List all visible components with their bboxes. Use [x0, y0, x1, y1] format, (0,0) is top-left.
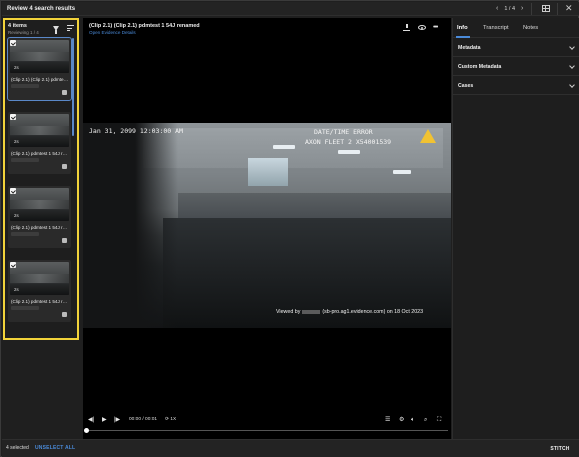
time-separator: /	[142, 417, 144, 422]
list-scrollbar[interactable]	[72, 38, 74, 136]
item-meta-redacted	[11, 306, 39, 310]
section-custom-metadata[interactable]: Custom Metadata	[453, 57, 579, 76]
overlay-timestamp: Jan 31, 2099 12:03:00 AM	[89, 127, 183, 135]
sort-icon[interactable]	[67, 25, 74, 31]
time-total: 00:01	[145, 417, 158, 422]
item-meta-redacted	[11, 84, 39, 88]
evidence-icon	[62, 90, 67, 95]
divider	[531, 3, 532, 15]
section-metadata[interactable]: Metadata	[453, 38, 579, 57]
section-label: Metadata	[458, 45, 481, 51]
divider	[557, 3, 558, 15]
item-name: (Clip 2.1) pdmtest 1 54J renamed	[11, 151, 69, 156]
layout-icon[interactable]	[542, 5, 550, 12]
speed-control[interactable]: ⟳ 1X	[165, 417, 176, 422]
chevron-right-icon[interactable]: ›	[521, 4, 523, 14]
video-title: (Clip 2.1) (Clip 2.1) pdmtest 1 54J rena…	[89, 23, 200, 29]
item-duration: 2s	[14, 287, 19, 292]
bottom-bar: 4 selected UNSELECT ALL STITCH	[2, 439, 579, 457]
adjust-icon[interactable]: ☰	[385, 416, 390, 424]
list-item[interactable]: 2s (Clip 2.1) pdmtest 1 54J renamed	[8, 112, 71, 174]
reviewing-status: Reviewing 1 / 4	[8, 30, 39, 35]
item-name: (Clip 2.1) pdmtest 1 54J renamed	[11, 225, 69, 230]
download-icon[interactable]	[403, 24, 410, 31]
list-item[interactable]: 2s (Clip 2.1) pdmtest 1 54J renamed	[8, 186, 71, 248]
progress-bar[interactable]	[86, 430, 448, 431]
top-bar: Review 4 search results ‹ 1 / 4 › ✕	[2, 2, 579, 16]
item-checkbox[interactable]	[10, 114, 16, 120]
skip-forward-icon[interactable]: |▶	[114, 416, 120, 424]
close-icon[interactable]: ✕	[565, 3, 573, 14]
chevron-down-icon	[569, 82, 575, 88]
watermark-prefix: Viewed by	[276, 309, 301, 315]
item-meta-redacted	[11, 158, 39, 162]
watermark: Viewed by (sb-pro.ag1.evidence.com) on 18…	[276, 309, 423, 315]
item-name: (Clip 2.1) pdmtest 1 54J renamed	[11, 299, 69, 304]
tab-transcript[interactable]: Transcript	[483, 25, 509, 31]
unselect-all-button[interactable]: UNSELECT ALL	[35, 445, 75, 451]
volume-icon[interactable]: 🔈︎	[411, 416, 415, 424]
skip-back-icon[interactable]: ◀|	[88, 416, 94, 424]
results-list-panel: 4 items Reviewing 1 / 4 2s (Clip 2.1) (C…	[3, 18, 79, 340]
fullscreen-icon[interactable]: ⛶	[437, 416, 441, 424]
time-display: 00:00 / 00:01	[129, 417, 157, 422]
more-icon[interactable]: •••	[433, 24, 438, 31]
pager: ‹ 1 / 4 ›	[496, 4, 523, 14]
item-checkbox[interactable]	[10, 40, 16, 46]
video-frame[interactable]: Jan 31, 2099 12:03:00 AM DATE/TIME ERROR…	[83, 123, 451, 328]
chevron-down-icon	[569, 63, 575, 69]
open-evidence-details-link[interactable]: Open Evidence Details	[89, 30, 136, 35]
axon-logo-icon	[420, 129, 436, 143]
progress-knob[interactable]	[84, 428, 89, 433]
items-count: 4 items	[8, 23, 27, 29]
overlay-error: DATE/TIME ERROR	[314, 128, 373, 136]
filter-icon[interactable]	[53, 26, 59, 34]
watermark-suffix: (sb-pro.ag1.evidence.com) on 18 Oct 2023	[322, 309, 424, 315]
evidence-icon	[62, 164, 67, 169]
list-item[interactable]: 2s (Clip 2.1) (Clip 2.1) pdmtest 1 54J r…	[7, 37, 72, 101]
eye-icon[interactable]	[418, 25, 426, 30]
overlay-device: AXON FLEET 2 X54001539	[305, 138, 392, 146]
item-duration: 2s	[14, 213, 19, 218]
evidence-icon	[62, 312, 67, 317]
item-duration: 2s	[14, 139, 19, 144]
list-item[interactable]: 2s (Clip 2.1) pdmtest 1 54J renamed	[8, 260, 71, 322]
item-duration: 2s	[14, 65, 19, 70]
selected-count: 4 selected	[6, 445, 29, 451]
redacted-user	[302, 309, 321, 314]
speed-label: 1X	[170, 417, 177, 422]
pager-label: 1 / 4	[504, 6, 516, 12]
zoom-icon[interactable]: ⌕	[424, 416, 427, 424]
item-name: (Clip 2.1) (Clip 2.1) pdmtest 1 54J rena…	[11, 77, 69, 82]
item-checkbox[interactable]	[10, 188, 16, 194]
section-label: Custom Metadata	[458, 64, 502, 70]
settings-icon[interactable]: ⚙	[399, 416, 404, 424]
review-window: Review 4 search results ‹ 1 / 4 › ✕ 4 it…	[0, 0, 579, 457]
item-checkbox[interactable]	[10, 262, 16, 268]
item-meta-redacted	[11, 232, 39, 236]
evidence-icon	[62, 238, 67, 243]
details-panel: Info Transcript Notes Metadata Custom Me…	[452, 18, 579, 439]
tab-notes[interactable]: Notes	[523, 25, 538, 31]
stitch-button[interactable]: STITCH	[545, 444, 575, 454]
time-current: 00:00	[129, 417, 142, 422]
chevron-down-icon	[569, 44, 575, 50]
tab-info[interactable]: Info	[457, 25, 468, 31]
play-icon[interactable]: ▶	[102, 416, 107, 424]
page-title: Review 4 search results	[7, 5, 76, 12]
player-controls: ◀| ▶ |▶ 00:00 / 00:01 ⟳ 1X ☰ ⚙ 🔈︎ ⌕ ⛶	[83, 411, 451, 439]
video-player: (Clip 2.1) (Clip 2.1) pdmtest 1 54J rena…	[83, 18, 451, 439]
tabs: Info Transcript Notes	[453, 18, 579, 38]
section-label: Cases	[458, 83, 474, 89]
section-cases[interactable]: Cases	[453, 76, 579, 95]
chevron-left-icon[interactable]: ‹	[496, 4, 498, 14]
